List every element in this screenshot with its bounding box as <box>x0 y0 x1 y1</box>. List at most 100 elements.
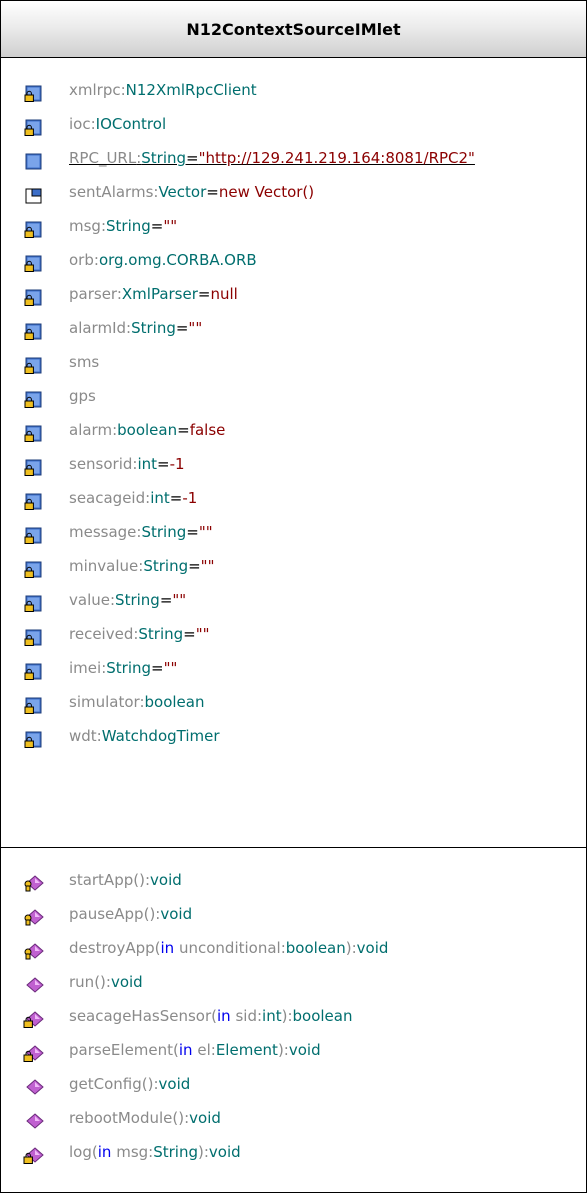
attribute-row-gps[interactable]: gps <box>1 380 586 414</box>
operation-row-pauseApp[interactable]: pauseApp():void <box>1 898 586 932</box>
uml-class-box[interactable]: N12ContextSourceIMlet xmlrpc:N12XmlRpcCl… <box>0 0 587 1193</box>
type-text: void <box>356 939 389 957</box>
name-text: received <box>69 625 134 643</box>
type-text: String <box>141 149 187 167</box>
operations-compartment: startApp():void pauseApp():void destroyA… <box>1 848 586 1170</box>
operation-label: seacageHasSensor(in sid:int):boolean <box>69 1006 353 1026</box>
default-value: -1 <box>182 489 198 507</box>
close-paren: ): <box>345 939 357 957</box>
attribute-label: sensorid:int=-1 <box>69 454 185 474</box>
private-attribute-icon <box>23 626 45 648</box>
attribute-label: parser:XmlParser=null <box>69 284 238 304</box>
public-operation-icon <box>23 974 45 996</box>
name-text: simulator <box>69 693 140 711</box>
type-text: XmlParser <box>121 285 198 303</box>
operation-label: rebootModule():void <box>69 1108 221 1128</box>
operation-row-run[interactable]: run():void <box>1 966 586 1000</box>
type-text: Vector <box>158 183 207 201</box>
operation-row-log[interactable]: log(in msg:String):void <box>1 1136 586 1170</box>
type-text: WatchdogTimer <box>101 727 220 745</box>
attribute-row-minvalue[interactable]: minvalue:String="" <box>1 550 586 584</box>
name-text: msg <box>69 217 101 235</box>
operation-row-getConfig[interactable]: getConfig():void <box>1 1068 586 1102</box>
close-paren: ): <box>197 1143 209 1161</box>
name-text: xmlrpc <box>69 81 121 99</box>
type-text: boolean <box>285 939 346 957</box>
type-text: int <box>262 1007 282 1025</box>
direction-keyword: in <box>217 1007 231 1025</box>
name-text: sensorid <box>69 455 133 473</box>
name-text: sentAlarms <box>69 183 154 201</box>
attribute-row-alarm[interactable]: alarm:boolean=false <box>1 414 586 448</box>
name-text: minvalue <box>69 557 139 575</box>
attribute-row-sms[interactable]: sms <box>1 346 586 380</box>
attribute-label: msg:String="" <box>69 216 177 236</box>
attribute-row-seacageid[interactable]: seacageid:int=-1 <box>1 482 586 516</box>
close-paren: ): <box>149 905 161 923</box>
operation-row-seacageHasSensor[interactable]: seacageHasSensor(in sid:int):boolean <box>1 1000 586 1034</box>
attributes-compartment: xmlrpc:N12XmlRpcClient ioc:IOControl RPC… <box>1 58 586 848</box>
private-attribute-icon <box>23 422 45 444</box>
close-paren: ): <box>100 973 111 991</box>
operation-label: destroyApp(in unconditional:boolean):voi… <box>69 938 388 958</box>
attribute-label: sms <box>69 352 99 372</box>
attribute-row-msg[interactable]: msg:String="" <box>1 210 586 244</box>
attribute-label: orb:org.omg.CORBA.ORB <box>69 250 257 270</box>
default-value: -1 <box>169 455 185 473</box>
attribute-label: seacageid:int=-1 <box>69 488 197 508</box>
type-text: String <box>141 523 187 541</box>
operation-label: run():void <box>69 972 143 992</box>
operation-row-destroyApp[interactable]: destroyApp(in unconditional:boolean):voi… <box>1 932 586 966</box>
attribute-label: xmlrpc:N12XmlRpcClient <box>69 80 257 100</box>
attribute-label: RPC_URL:String="http://129.241.219.164:8… <box>69 148 475 168</box>
operation-label: parseElement(in el:Element):void <box>69 1040 321 1060</box>
attribute-row-wdt[interactable]: wdt:WatchdogTimer <box>1 720 586 754</box>
default-value: "" <box>200 557 215 575</box>
name-text: rebootModule <box>69 1109 173 1127</box>
type-text: void <box>288 1041 321 1059</box>
equals-sign: = <box>151 659 164 677</box>
name-text: alarm <box>69 421 113 439</box>
operation-label: pauseApp():void <box>69 904 192 924</box>
class-name-header[interactable]: N12ContextSourceIMlet <box>1 1 586 58</box>
type-text: void <box>189 1109 221 1127</box>
operation-row-rebootModule[interactable]: rebootModule():void <box>1 1102 586 1136</box>
private-attribute-icon <box>23 286 45 308</box>
private-attribute-icon <box>23 388 45 410</box>
close-paren: ): <box>178 1109 190 1127</box>
attribute-label: value:String="" <box>69 590 186 610</box>
operation-label: startApp():void <box>69 870 182 890</box>
attribute-row-parser[interactable]: parser:XmlParser=null <box>1 278 586 312</box>
public-operation-icon <box>23 1110 45 1132</box>
operation-row-startApp[interactable]: startApp():void <box>1 864 586 898</box>
attribute-row-simulator[interactable]: simulator:boolean <box>1 686 586 720</box>
attribute-row-orb[interactable]: orb:org.omg.CORBA.ORB <box>1 244 586 278</box>
type-text: void <box>150 871 182 889</box>
attribute-row-sensorid[interactable]: sensorid:int=-1 <box>1 448 586 482</box>
attribute-label: message:String="" <box>69 522 213 542</box>
name-text: sid <box>235 1007 257 1025</box>
attribute-row-received[interactable]: received:String="" <box>1 618 586 652</box>
attribute-label: sentAlarms:Vector=new Vector() <box>69 182 314 202</box>
attribute-row-alarmId[interactable]: alarmId:String="" <box>1 312 586 346</box>
attribute-row-RPC_URL[interactable]: RPC_URL:String="http://129.241.219.164:8… <box>1 142 586 176</box>
type-text: boolean <box>144 693 205 711</box>
private-attribute-icon <box>23 694 45 716</box>
attribute-row-imei[interactable]: imei:String="" <box>1 652 586 686</box>
equals-sign: = <box>175 319 189 337</box>
private-attribute-icon <box>23 82 45 104</box>
attribute-label: imei:String="" <box>69 658 177 678</box>
private-operation-icon <box>23 1144 45 1166</box>
attribute-row-ioc[interactable]: ioc:IOControl <box>1 108 586 142</box>
attribute-row-sentAlarms[interactable]: sentAlarms:Vector=new Vector() <box>1 176 586 210</box>
type-text: String <box>138 625 184 643</box>
attribute-row-value[interactable]: value:String="" <box>1 584 586 618</box>
attribute-row-message[interactable]: message:String="" <box>1 516 586 550</box>
private-attribute-icon <box>23 728 45 750</box>
protected-operation-icon <box>23 940 45 962</box>
type-text: void <box>158 1075 191 1093</box>
operation-row-parseElement[interactable]: parseElement(in el:Element):void <box>1 1034 586 1068</box>
default-value: new Vector() <box>218 183 315 201</box>
name-text: parseElement <box>69 1041 174 1059</box>
attribute-row-xmlrpc[interactable]: xmlrpc:N12XmlRpcClient <box>1 74 586 108</box>
